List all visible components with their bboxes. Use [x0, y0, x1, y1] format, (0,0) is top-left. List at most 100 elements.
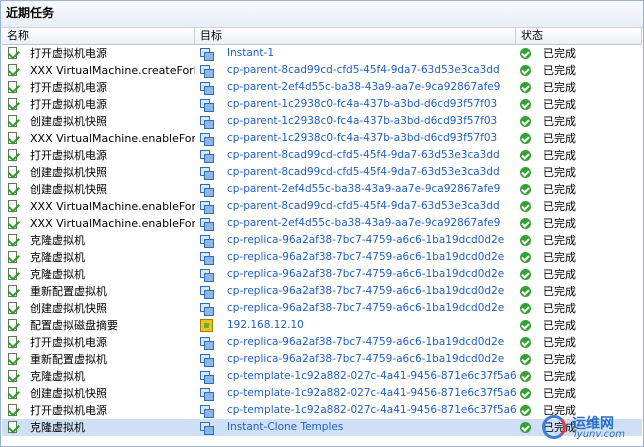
vm-icon [200, 115, 214, 129]
table-row[interactable]: 克隆虚拟机 cp-template-1c92a882-027c-4a41-9456… [2, 368, 642, 385]
task-target-cell: cp-parent-2ef4d55c-ba38-43a9-aa7e-9ca928… [195, 79, 516, 96]
table-row[interactable]: 重新配置虚拟机 cp-replica-96a2af38-7bc7-4759-a6c… [2, 283, 642, 300]
task-target-link[interactable]: cp-parent-8cad99cd-cfd5-45f4-9da7-63d53e… [227, 164, 500, 181]
column-header-target[interactable]: 目标 [195, 28, 516, 44]
task-name: 克隆虚拟机 [30, 421, 85, 434]
task-target-link[interactable]: Instant-Clone Temples [227, 419, 343, 436]
table-row[interactable]: 克隆虚拟机 cp-replica-96a2af38-7bc7-4759-a6c6-… [2, 266, 642, 283]
task-target-link[interactable]: cp-parent-2ef4d55c-ba38-43a9-aa7e-9ca928… [227, 79, 500, 96]
task-status-cell: 已完成 [516, 300, 642, 317]
task-target-link[interactable]: 192.168.12.10 [227, 317, 304, 334]
vm-icon [200, 353, 214, 367]
watermark-url: iyunv.com [574, 429, 626, 440]
task-name-cell: 打开虚拟机电源 [2, 79, 195, 96]
success-check-icon [520, 269, 531, 280]
task-status: 已完成 [543, 353, 576, 366]
column-header-status[interactable]: 状态 [516, 28, 642, 44]
task-name: 重新配置虚拟机 [30, 285, 107, 298]
task-target-link[interactable]: cp-parent-2ef4d55c-ba38-43a9-aa7e-9ca928… [227, 181, 500, 198]
task-name: XXX VirtualMachine.enableFork... [30, 132, 195, 145]
task-target-link[interactable]: cp-replica-96a2af38-7bc7-4759-a6c6-1ba19… [227, 232, 504, 249]
task-completed-icon [7, 200, 21, 213]
column-header-name[interactable]: 名称 [2, 28, 195, 44]
task-status: 已完成 [543, 217, 576, 230]
task-name-cell: XXX VirtualMachine.createFork... [2, 62, 195, 79]
task-target-link[interactable]: cp-parent-8cad99cd-cfd5-45f4-9da7-63d53e… [227, 198, 500, 215]
table-row[interactable]: 创建虚拟机快照 cp-replica-96a2af38-7bc7-4759-a6c… [2, 300, 642, 317]
table-row[interactable]: 创建虚拟机快照 cp-template-1c92a882-027c-4a41-94… [2, 385, 642, 402]
task-name-cell: 打开虚拟机电源 [2, 96, 195, 113]
table-row[interactable]: 克隆虚拟机 cp-replica-96a2af38-7bc7-4759-a6c6-… [2, 249, 642, 266]
task-target-cell: Instant-1 [195, 45, 516, 62]
task-target-link[interactable]: cp-replica-96a2af38-7bc7-4759-a6c6-1ba19… [227, 283, 504, 300]
table-row[interactable]: XXX VirtualMachine.enableFork... cp-paren… [2, 215, 642, 232]
task-target-link[interactable]: cp-replica-96a2af38-7bc7-4759-a6c6-1ba19… [227, 266, 504, 283]
task-name: 创建虚拟机快照 [30, 387, 107, 400]
task-status-cell: 已完成 [516, 113, 642, 130]
task-target-link[interactable]: cp-parent-1c2938c0-fc4a-437b-a3bd-d6cd93… [227, 96, 497, 113]
table-row[interactable]: 创建虚拟机快照 cp-parent-8cad99cd-cfd5-45f4-9da7… [2, 164, 642, 181]
table-body: 打开虚拟机电源 Instant-1 已完成 XXX VirtualMachine.cr… [2, 45, 642, 436]
table-row[interactable]: XXX VirtualMachine.enableFork... cp-paren… [2, 198, 642, 215]
success-check-icon [520, 303, 531, 314]
table-row[interactable]: 打开虚拟机电源 Instant-1 已完成 [2, 45, 642, 62]
table-row[interactable]: 打开虚拟机电源 cp-parent-8cad99cd-cfd5-45f4-9da7… [2, 147, 642, 164]
success-check-icon [520, 48, 531, 59]
task-name: XXX VirtualMachine.enableFork... [30, 217, 195, 230]
task-completed-icon [7, 251, 21, 264]
task-target-link[interactable]: cp-parent-8cad99cd-cfd5-45f4-9da7-63d53e… [227, 147, 500, 164]
table-row[interactable]: 重新配置虚拟机 cp-replica-96a2af38-7bc7-4759-a6c… [2, 351, 642, 368]
success-check-icon [520, 65, 531, 76]
task-completed-icon [7, 64, 21, 77]
success-check-icon [520, 422, 531, 433]
task-target-link[interactable]: cp-parent-1c2938c0-fc4a-437b-a3bd-d6cd93… [227, 113, 497, 130]
task-target-link[interactable]: cp-template-1c92a882-027c-4a41-9456-871e… [227, 368, 516, 385]
vm-icon [200, 98, 214, 112]
success-check-icon [520, 167, 531, 178]
table-row[interactable]: 创建虚拟机快照 cp-parent-1c2938c0-fc4a-437b-a3bd… [2, 113, 642, 130]
task-status-cell: 已完成 [516, 334, 642, 351]
task-target-link[interactable]: cp-template-1c92a882-027c-4a41-9456-871e… [227, 402, 516, 419]
task-target-link[interactable]: cp-parent-2ef4d55c-ba38-43a9-aa7e-9ca928… [227, 215, 500, 232]
task-target-link[interactable]: cp-parent-8cad99cd-cfd5-45f4-9da7-63d53e… [227, 62, 500, 79]
task-status: 已完成 [543, 47, 576, 60]
task-name: 打开虚拟机电源 [30, 149, 107, 162]
vm-icon [200, 251, 214, 265]
task-completed-icon [7, 149, 21, 162]
vm-icon [200, 336, 214, 350]
task-completed-icon [7, 115, 21, 128]
task-target-link[interactable]: cp-replica-96a2af38-7bc7-4759-a6c6-1ba19… [227, 351, 504, 368]
table-row[interactable]: XXX VirtualMachine.enableFork... cp-paren… [2, 130, 642, 147]
table-row[interactable]: 创建虚拟机快照 cp-parent-2ef4d55c-ba38-43a9-aa7e… [2, 181, 642, 198]
table-row[interactable]: 打开虚拟机电源 cp-replica-96a2af38-7bc7-4759-a6c… [2, 334, 642, 351]
table-row[interactable]: 打开虚拟机电源 cp-parent-1c2938c0-fc4a-437b-a3bd… [2, 96, 642, 113]
task-target-link[interactable]: cp-replica-96a2af38-7bc7-4759-a6c6-1ba19… [227, 300, 504, 317]
task-name-cell: 打开虚拟机电源 [2, 45, 195, 62]
task-status: 已完成 [543, 251, 576, 264]
task-target-cell: cp-parent-2ef4d55c-ba38-43a9-aa7e-9ca928… [195, 215, 516, 232]
task-status-cell: 已完成 [516, 62, 642, 79]
task-target-link[interactable]: cp-replica-96a2af38-7bc7-4759-a6c6-1ba19… [227, 334, 504, 351]
task-target-link[interactable]: cp-parent-1c2938c0-fc4a-437b-a3bd-d6cd93… [227, 130, 497, 147]
table-row[interactable]: XXX VirtualMachine.createFork... cp-paren… [2, 62, 642, 79]
task-target-link[interactable]: Instant-1 [227, 45, 274, 62]
task-target-cell: cp-replica-96a2af38-7bc7-4759-a6c6-1ba19… [195, 334, 516, 351]
task-name-cell: 打开虚拟机电源 [2, 147, 195, 164]
task-status: 已完成 [543, 319, 576, 332]
task-name: 创建虚拟机快照 [30, 183, 107, 196]
task-name: 打开虚拟机电源 [30, 81, 107, 94]
task-target-cell: cp-replica-96a2af38-7bc7-4759-a6c6-1ba19… [195, 283, 516, 300]
task-target-cell: cp-parent-8cad99cd-cfd5-45f4-9da7-63d53e… [195, 62, 516, 79]
task-target-cell: cp-template-1c92a882-027c-4a41-9456-871e… [195, 402, 516, 419]
task-name-cell: 克隆虚拟机 [2, 266, 195, 283]
task-target-cell: cp-replica-96a2af38-7bc7-4759-a6c6-1ba19… [195, 249, 516, 266]
table-row[interactable]: 打开虚拟机电源 cp-parent-2ef4d55c-ba38-43a9-aa7e… [2, 79, 642, 96]
task-status: 已完成 [543, 81, 576, 94]
table-row[interactable]: 克隆虚拟机 cp-replica-96a2af38-7bc7-4759-a6c6-… [2, 232, 642, 249]
host-icon [200, 319, 213, 332]
task-target-link[interactable]: cp-template-1c92a882-027c-4a41-9456-871e… [227, 385, 516, 402]
task-target-link[interactable]: cp-replica-96a2af38-7bc7-4759-a6c6-1ba19… [227, 249, 504, 266]
task-status-cell: 已完成 [516, 266, 642, 283]
task-completed-icon [7, 302, 21, 315]
table-row[interactable]: 配置虚拟磁盘摘要 192.168.12.10 已完成 [2, 317, 642, 334]
